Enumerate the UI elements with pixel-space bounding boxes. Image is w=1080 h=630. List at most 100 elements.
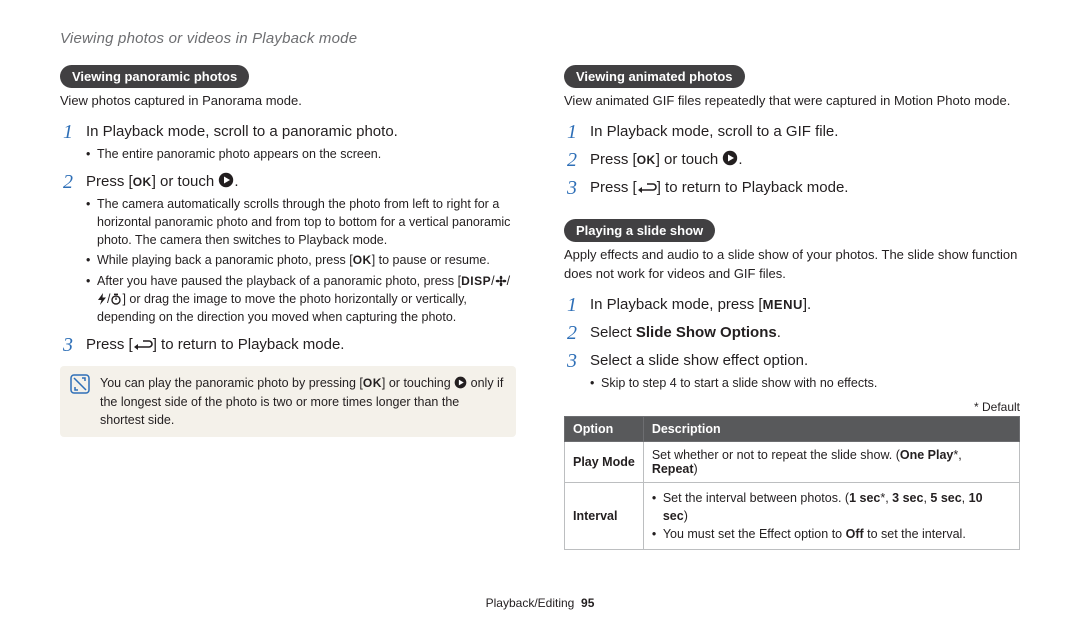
text: Set whether or not to repeat the slide s… [652, 448, 900, 462]
step-body: Press [OK] or touch . [590, 149, 743, 170]
intro-panoramic: View photos captured in Panorama mode. [60, 92, 516, 111]
flower-icon [495, 275, 507, 287]
step-body: Press [OK] or touch . The camera automat… [86, 171, 516, 328]
disp-icon: DISP [461, 274, 491, 288]
steps-slideshow: 1 In Playback mode, press [MENU]. 2 Sele… [564, 294, 1020, 394]
step-text: Select Slide Show Options. [590, 324, 781, 341]
step-bullets: The entire panoramic photo appears on th… [86, 145, 398, 163]
step-number: 1 [60, 121, 76, 143]
play-icon [722, 150, 738, 166]
text: Select [590, 324, 636, 341]
step-number: 3 [60, 334, 76, 356]
text: . [777, 324, 781, 341]
step-3: 3 Select a slide show effect option. Ski… [564, 350, 1020, 394]
bullet: While playing back a panoramic photo, pr… [86, 251, 516, 269]
return-icon [133, 339, 153, 351]
bullet: You must set the Effect option to Off to… [652, 525, 1011, 543]
step-body: Press [] to return to Playback mode. [86, 334, 344, 355]
heading-animated: Viewing animated photos [564, 65, 745, 88]
step-text: Press [OK] or touch . [590, 151, 743, 168]
return-icon [637, 182, 657, 194]
step-number: 1 [564, 121, 580, 143]
step-body: In Playback mode, press [MENU]. [590, 294, 811, 315]
ok-icon: OK [363, 376, 382, 390]
text: , [962, 491, 969, 505]
step-number: 2 [564, 149, 580, 171]
step-number: 3 [564, 350, 580, 372]
intro-animated: View animated GIF files repeatedly that … [564, 92, 1020, 111]
footer-page-number: 95 [581, 596, 594, 610]
opt-name: Play Mode [565, 441, 644, 482]
default-label: * Default [564, 400, 1020, 414]
step-text: Press [OK] or touch . [86, 173, 239, 190]
ok-icon: OK [637, 153, 656, 167]
step-body: Press [ ] to return to Playback mode. [590, 177, 848, 198]
step-body: In Playback mode, scroll to a GIF file. [590, 121, 838, 142]
opt-name: Interval [565, 482, 644, 549]
bullet: After you have paused the playback of a … [86, 272, 516, 327]
step-3: 3 Press [ ] to return to Playback mode. [564, 177, 1020, 199]
text: . [738, 151, 742, 168]
manual-page: Viewing photos or videos in Playback mod… [0, 0, 1080, 630]
options-table: Option Description Play Mode Set whether… [564, 416, 1020, 550]
page-title: Viewing photos or videos in Playback mod… [60, 30, 1020, 47]
step-text: Press [] to return to Playback mode. [86, 336, 344, 353]
bullet: Skip to step 4 to start a slide show wit… [590, 374, 877, 392]
opt-desc: Set the interval between photos. (1 sec*… [643, 482, 1019, 549]
step-body: Select a slide show effect option. Skip … [590, 350, 877, 394]
text: You must set the Effect option to [663, 527, 846, 541]
step-text: In Playback mode, press [MENU]. [590, 296, 811, 313]
play-icon [218, 172, 234, 188]
step-number: 2 [60, 171, 76, 193]
menu-icon: MENU [763, 297, 803, 312]
text: Set the interval between photos. ( [663, 491, 849, 505]
heading-slideshow: Playing a slide show [564, 219, 715, 242]
note-text: You can play the panoramic photo by pres… [100, 374, 506, 429]
bold: 3 sec [892, 491, 923, 505]
footer-section: Playback/Editing [486, 596, 575, 610]
step-text: Select a slide show effect option. [590, 352, 808, 369]
step-2: 2 Select Slide Show Options. [564, 322, 1020, 344]
step-1: 1 In Playback mode, press [MENU]. [564, 294, 1020, 316]
columns: Viewing panoramic photos View photos cap… [60, 65, 1020, 550]
text: Press [ [590, 179, 637, 196]
th-description: Description [643, 416, 1019, 441]
bullet: The entire panoramic photo appears on th… [86, 145, 398, 163]
intro-slideshow: Apply effects and audio to a slide show … [564, 246, 1020, 284]
steps-animated: 1 In Playback mode, scroll to a GIF file… [564, 121, 1020, 199]
text: *, [953, 448, 961, 462]
th-option: Option [565, 416, 644, 441]
bullet: Set the interval between photos. (1 sec*… [652, 489, 1011, 525]
text: ] or touch [656, 151, 723, 168]
step-number: 3 [564, 177, 580, 199]
text: Press [ [86, 336, 133, 353]
step-body: Select Slide Show Options. [590, 322, 781, 343]
note-icon [70, 374, 90, 394]
bold: 1 sec [849, 491, 880, 505]
text: ] or touch [152, 173, 219, 190]
steps-panoramic: 1 In Playback mode, scroll to a panorami… [60, 121, 516, 357]
table-row: Interval Set the interval between photos… [565, 482, 1020, 549]
step-1: 1 In Playback mode, scroll to a panorami… [60, 121, 516, 165]
bold: One Play [900, 448, 954, 462]
heading-panoramic: Viewing panoramic photos [60, 65, 249, 88]
text: Press [ [590, 151, 637, 168]
left-column: Viewing panoramic photos View photos cap… [60, 65, 516, 550]
text: ] to return to Playback mode. [657, 179, 849, 196]
step-text: In Playback mode, scroll to a panoramic … [86, 123, 398, 140]
step-2: 2 Press [OK] or touch . [564, 149, 1020, 171]
ok-icon: OK [353, 253, 372, 267]
step-number: 1 [564, 294, 580, 316]
text: In Playback mode, press [ [590, 296, 763, 313]
text: ) [684, 509, 688, 523]
bold: 5 sec [930, 491, 961, 505]
page-footer: Playback/Editing 95 [0, 596, 1080, 610]
step-bullets: Skip to step 4 to start a slide show wit… [590, 374, 877, 392]
text: . [234, 173, 238, 190]
step-3: 3 Press [] to return to Playback mode. [60, 334, 516, 356]
step-1: 1 In Playback mode, scroll to a GIF file… [564, 121, 1020, 143]
flash-icon [97, 293, 107, 305]
bold: Off [846, 527, 864, 541]
step-text: Press [ ] to return to Playback mode. [590, 179, 848, 196]
step-number: 2 [564, 322, 580, 344]
